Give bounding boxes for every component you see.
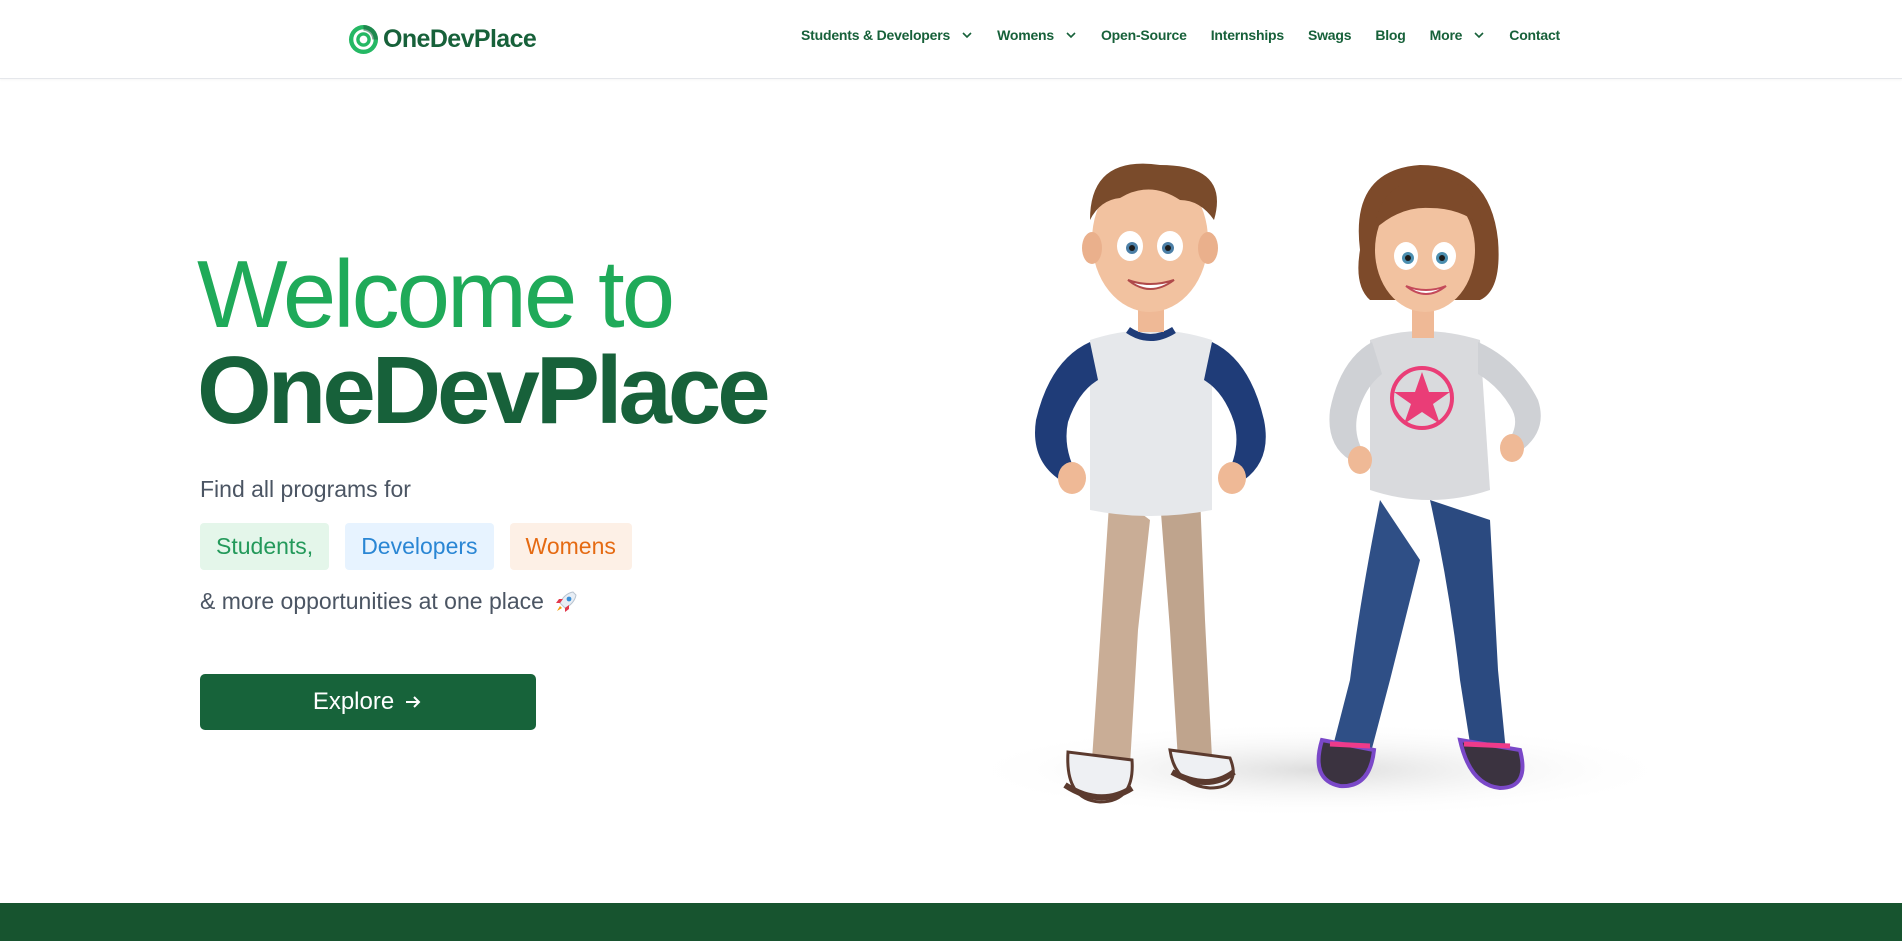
nav-item-swags[interactable]: Swags xyxy=(1307,27,1352,43)
nav-item-contact[interactable]: Contact xyxy=(1509,27,1560,43)
arrow-right-icon xyxy=(406,696,421,708)
boy-character xyxy=(1035,163,1266,804)
nav-item-label: More xyxy=(1429,27,1463,43)
rocket-icon xyxy=(555,590,577,612)
chip-womens: Womens xyxy=(509,523,632,570)
nav-item-label: Swags xyxy=(1307,27,1352,43)
hero-illustration xyxy=(960,163,1680,818)
nav-item-label: Womens xyxy=(997,27,1054,43)
hero-more-label: & more opportunities at one place xyxy=(200,588,544,614)
hero-subtitle: Find all programs for xyxy=(200,476,411,502)
nav-item-internships[interactable]: Internships xyxy=(1211,27,1284,43)
hero-title: Welcome to OneDevPlace xyxy=(197,241,771,444)
chevron-down-icon xyxy=(1066,32,1076,39)
chevron-down-icon xyxy=(962,32,972,39)
nav-item-label: Contact xyxy=(1509,27,1560,43)
chevron-down-icon xyxy=(1474,32,1484,39)
nav-item-label: Internships xyxy=(1210,27,1284,43)
chip-students: Students, xyxy=(200,523,330,570)
girl-character xyxy=(1316,165,1541,791)
top-navbar: OneDevPlace Students & Developers Womens… xyxy=(0,0,1902,79)
brand-name: OneDevPlace xyxy=(383,24,537,53)
explore-button[interactable]: Explore xyxy=(200,674,536,730)
brand-logo-link[interactable]: OneDevPlace xyxy=(348,21,537,57)
hero-title-line2: OneDevPlace xyxy=(197,337,771,444)
hero-title-line1: Welcome to xyxy=(197,241,675,348)
nav-item-open-source[interactable]: Open-Source xyxy=(1101,27,1187,43)
chip-developers: Developers xyxy=(345,523,494,570)
nav-item-label: Blog xyxy=(1375,27,1406,43)
nav-item-more[interactable]: More xyxy=(1430,27,1486,43)
footer-band xyxy=(0,903,1902,941)
hero-more-text: & more opportunities at one place xyxy=(200,588,579,615)
main-nav: Students & Developers Womens Open-Source… xyxy=(801,27,1560,43)
audience-chips: Students, Developers Womens xyxy=(200,523,648,570)
nav-item-label: Open-Source xyxy=(1100,27,1187,43)
nav-item-womens[interactable]: Womens xyxy=(997,27,1077,43)
nav-item-students-developers[interactable]: Students & Developers xyxy=(801,27,973,43)
nav-item-label: Students & Developers xyxy=(801,27,951,43)
explore-button-label: Explore xyxy=(312,688,395,715)
target-ring-icon xyxy=(348,24,379,54)
nav-item-blog[interactable]: Blog xyxy=(1375,27,1406,43)
